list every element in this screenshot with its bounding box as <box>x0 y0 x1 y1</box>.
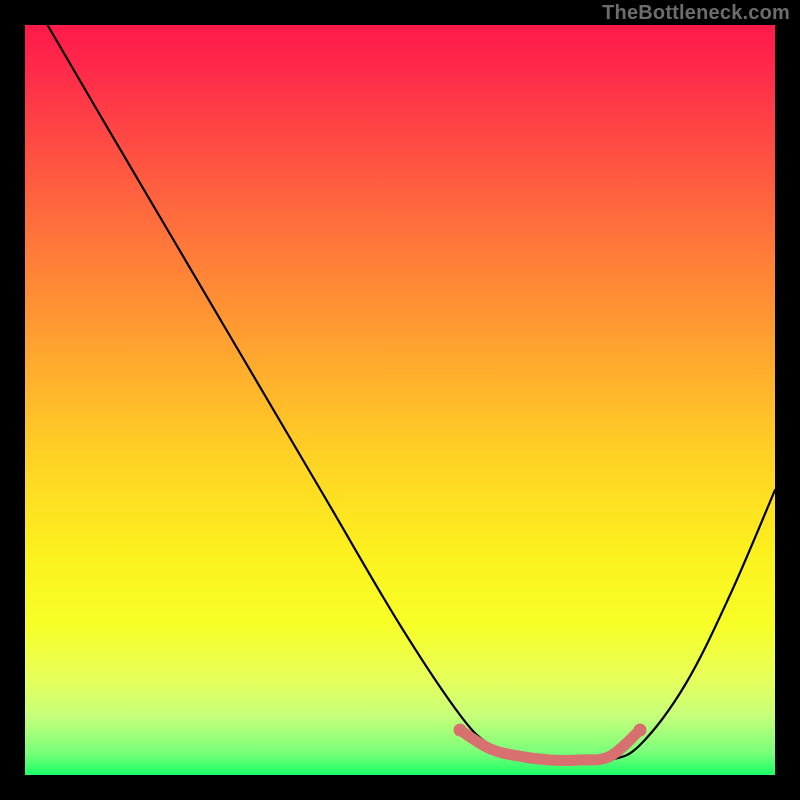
optimal-range <box>454 724 647 761</box>
bottleneck-curve <box>48 25 776 764</box>
chart-canvas: TheBottleneck.com <box>0 0 800 800</box>
curve-layer <box>25 25 775 775</box>
watermark-text: TheBottleneck.com <box>602 2 790 25</box>
plot-area <box>25 25 775 775</box>
